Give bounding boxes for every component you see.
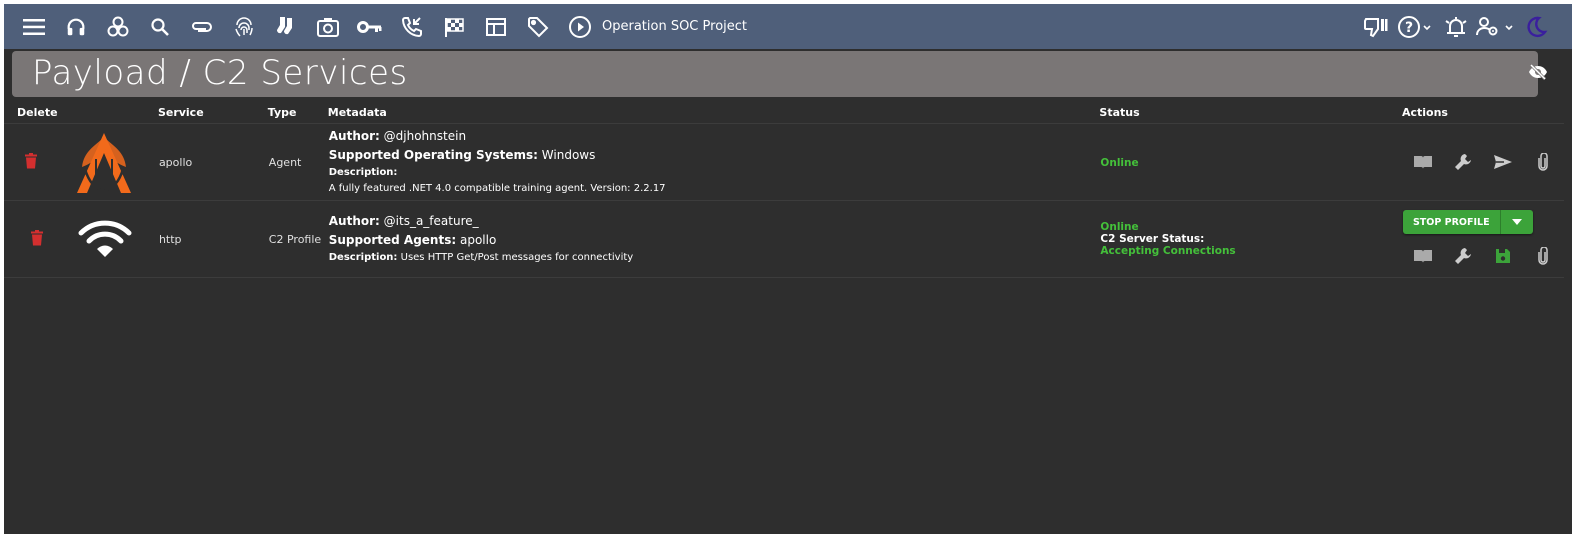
supported-os-label: Supported Operating Systems: — [328, 148, 538, 162]
column-header-delete: Delete — [4, 101, 64, 124]
dark-mode-moon-icon[interactable] — [1522, 13, 1550, 41]
wrench-config-icon[interactable] — [1443, 244, 1483, 268]
description-label: Description: — [328, 252, 398, 263]
menu-icon[interactable] — [20, 13, 48, 41]
supported-os-value: Windows — [541, 148, 596, 162]
user-settings-icon[interactable] — [1476, 13, 1516, 41]
c2-server-status-value: Accepting Connections — [1100, 245, 1236, 257]
table-row: apollo Agent Author: @djhohnstein Suppor… — [4, 123, 1564, 201]
stop-profile-label[interactable]: STOP PROFILE — [1403, 210, 1501, 234]
paperclip-icon[interactable] — [188, 13, 216, 41]
column-header-icon — [63, 101, 158, 124]
search-icon[interactable] — [146, 13, 174, 41]
documentation-book-icon[interactable] — [1403, 244, 1443, 268]
stop-profile-button[interactable]: STOP PROFILE — [1402, 210, 1533, 234]
checkered-flag-icon[interactable] — [440, 13, 468, 41]
service-name: apollo — [157, 123, 268, 201]
alert-bell-icon[interactable] — [1442, 13, 1470, 41]
author-value: @djhohnstein — [383, 129, 467, 143]
camera-icon[interactable] — [314, 13, 342, 41]
wrench-config-icon[interactable] — [1443, 150, 1483, 174]
tag-icon[interactable] — [524, 13, 552, 41]
paperclip-attach-icon[interactable] — [1523, 244, 1563, 268]
description-text: Uses HTTP Get/Post messages for connecti… — [400, 252, 634, 263]
top-app-bar: Operation SOC Project ? — [4, 4, 1572, 49]
thumbs-down-icon[interactable] — [1362, 13, 1390, 41]
service-type: C2 Profile — [267, 200, 328, 278]
svg-text:?: ? — [1405, 20, 1413, 36]
play-circle-icon[interactable] — [566, 13, 594, 41]
delete-trash-icon[interactable] — [24, 152, 38, 172]
column-header-type: Type — [267, 101, 328, 124]
page-header: Payload / C2 Services — [12, 51, 1547, 97]
supported-agents-value: apollo — [459, 233, 497, 247]
author-value: @its_a_feature_ — [383, 214, 479, 228]
operation-name[interactable]: Operation SOC Project — [602, 19, 747, 34]
status-online: Online — [1100, 156, 1139, 169]
wifi-icon — [77, 219, 133, 259]
key-icon[interactable] — [356, 13, 384, 41]
author-label: Author: — [328, 214, 380, 228]
table-header-row: Delete Service Type Metadata Status Acti… — [4, 101, 1564, 124]
column-header-status: Status — [1099, 101, 1402, 124]
biohazard-icon[interactable] — [104, 13, 132, 41]
phone-callback-icon[interactable] — [398, 13, 426, 41]
delete-trash-icon[interactable] — [30, 229, 44, 249]
supported-agents-label: Supported Agents: — [328, 233, 457, 247]
metadata-cell: Author: @djhohnstein Supported Operating… — [327, 123, 1100, 201]
author-label: Author: — [328, 129, 380, 143]
description-label: Description: — [328, 167, 398, 178]
row-actions — [1403, 244, 1563, 268]
page-title: Payload / C2 Services — [32, 53, 408, 93]
save-icon[interactable] — [1483, 244, 1523, 268]
paperclip-attach-icon[interactable] — [1523, 150, 1563, 174]
column-header-service: Service — [157, 101, 268, 124]
column-header-actions: Actions — [1401, 101, 1564, 124]
status-online: Online — [1100, 221, 1139, 233]
metadata-cell: Author: @its_a_feature_ Supported Agents… — [327, 200, 1100, 278]
headphones-icon[interactable] — [62, 13, 90, 41]
c2-server-status-label: C2 Server Status: — [1100, 233, 1205, 245]
eye-off-icon[interactable] — [1528, 63, 1548, 84]
send-icon[interactable] — [1483, 150, 1523, 174]
app-window: Operation SOC Project ? Payload / C2 Ser… — [4, 4, 1572, 534]
services-table: Delete Service Type Metadata Status Acti… — [4, 101, 1564, 278]
table-row: http C2 Profile Author: @its_a_feature_ … — [4, 200, 1564, 278]
description-text: A fully featured .NET 4.0 compatible tra… — [328, 183, 666, 194]
table-icon[interactable] — [482, 13, 510, 41]
row-actions — [1403, 150, 1563, 174]
service-type: Agent — [267, 123, 328, 201]
column-header-metadata: Metadata — [327, 101, 1100, 124]
help-icon[interactable]: ? — [1396, 13, 1436, 41]
apollo-logo-icon — [71, 129, 137, 195]
dropdown-arrow-icon[interactable] — [1501, 210, 1533, 234]
documentation-book-icon[interactable] — [1403, 150, 1443, 174]
service-name: http — [157, 200, 268, 278]
socks-icon[interactable] — [272, 13, 300, 41]
fingerprint-icon[interactable] — [230, 13, 258, 41]
